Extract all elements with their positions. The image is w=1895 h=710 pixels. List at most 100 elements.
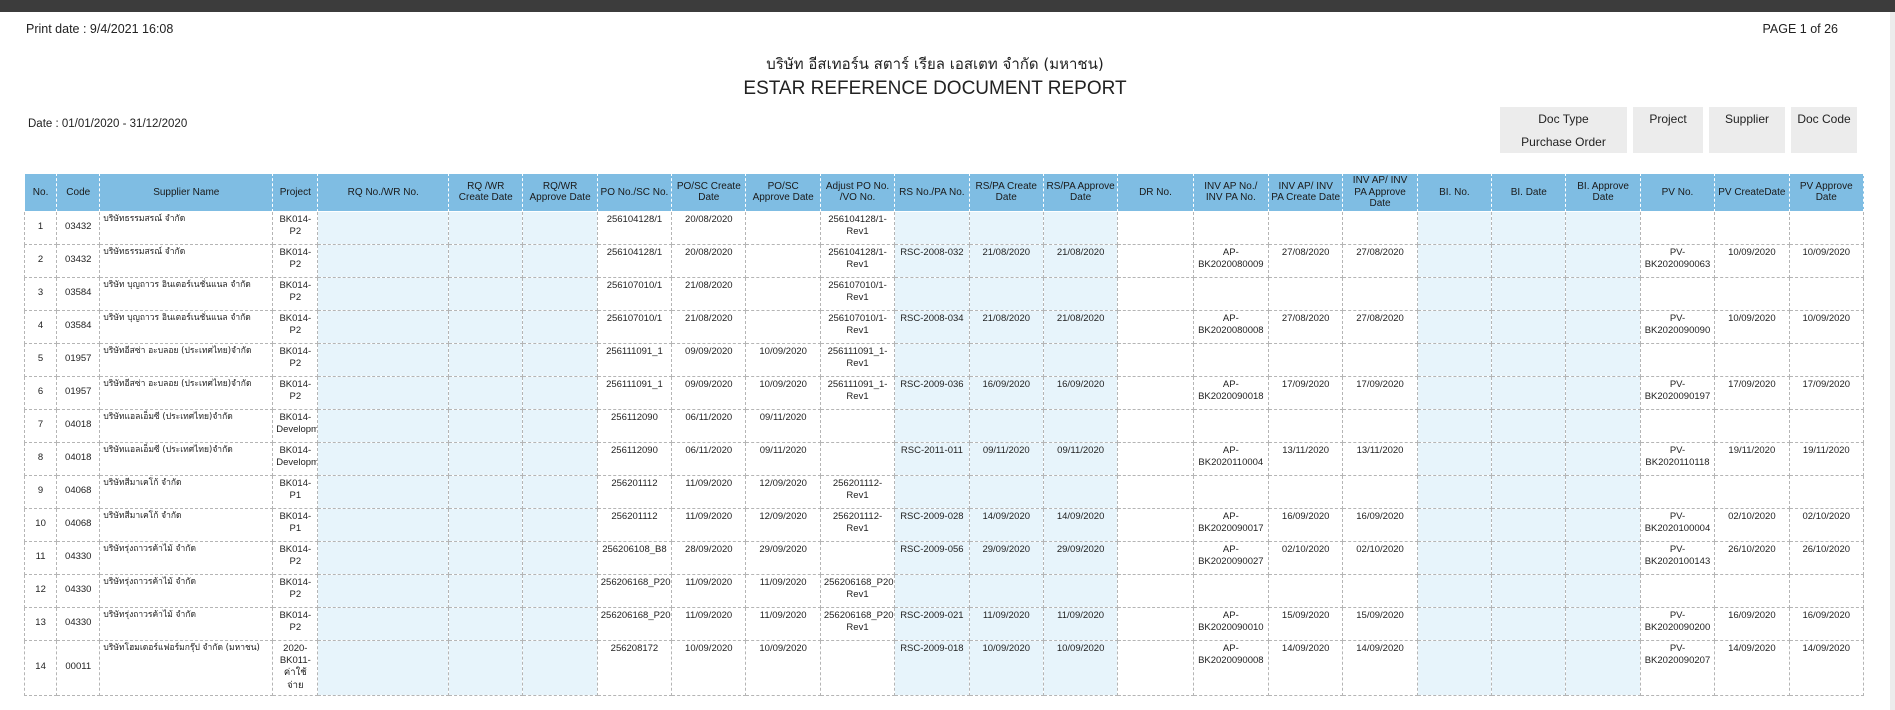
table-cell [1491,276,1567,311]
table-cell: 27/08/2020 [1267,309,1344,344]
table-cell: 14/09/2020 [1267,639,1344,696]
table-cell: 17/09/2020 [1714,375,1790,410]
column-header: No. [23,173,58,212]
table-cell [1639,342,1716,377]
table-row: 12 04330 บริษัทรุ่งถาวรค้าไม้ จำกัด BK014-P… [23,573,1865,608]
table-cell: RSC-2009-056 [894,540,970,575]
table-cell [1788,408,1865,443]
table-cell: 13 [23,606,58,641]
column-header: DR No. [1117,173,1194,212]
table-cell: 02/10/2020 [1342,540,1418,575]
table-cell [819,408,896,443]
table-row: 7 04018 บริษัทแอลเอ็มซี (ประเทศไทย)จำกัด BK… [23,408,1865,443]
table-cell [1491,507,1567,542]
column-header: RQ/WR Approve Date [522,173,598,212]
table-cell [1714,276,1790,311]
table-cell [317,243,450,278]
table-cell [1416,210,1493,245]
table-cell [1491,243,1567,278]
table-cell: 17/09/2020 [1267,375,1344,410]
table-cell [894,342,970,377]
table-cell: PV-BK2020100143 [1639,540,1716,575]
table-cell [1491,441,1567,476]
table-row: 4 03584 บริษัท บุญถาวร อินเตอร์เนชั่นแนล จ… [23,309,1865,344]
column-header: RS No./PA No. [894,173,970,212]
table-cell: 14/09/2020 [1788,639,1865,696]
column-header: RQ /WR Create Date [448,173,524,212]
table-cell [448,441,524,476]
table-cell [1565,474,1641,509]
table-cell: 10/09/2020 [1788,243,1865,278]
table-cell [1565,408,1641,443]
table-cell [1117,507,1194,542]
table-cell: 6 [23,375,58,410]
table-cell [317,540,450,575]
table-cell [1416,540,1493,575]
table-cell: 04330 [56,573,101,608]
table-cell: 256107010/1 [596,276,673,311]
table-cell [1565,375,1641,410]
table-cell: 11/09/2020 [968,606,1044,641]
table-cell: BK014-P2 [272,573,319,608]
table-cell [1117,375,1194,410]
table-cell [1117,441,1194,476]
table-cell: 21/08/2020 [968,309,1044,344]
table-cell [1192,474,1270,509]
table-cell: BK014-P1 [272,507,319,542]
table-cell [1565,540,1641,575]
table-cell [317,309,450,344]
table-cell: 256107010/1-Rev1 [819,309,896,344]
table-cell [968,573,1044,608]
table-cell: 19/11/2020 [1788,441,1865,476]
column-header: INV AP/ INV PA Approve Date [1342,173,1418,212]
table-cell: 09/11/2020 [968,441,1044,476]
table-cell: 10/09/2020 [1788,309,1865,344]
table-cell [1042,474,1119,509]
table-row: 2 03432 บริษัทธรรมสรณ์ จำกัด BK014-P2 256104… [23,243,1865,278]
company-name: บริษัท อีสเทอร์น สตาร์ เรียล เอสเตท จำกั… [766,55,1104,73]
table-cell [1342,276,1418,311]
table-cell: 13/11/2020 [1342,441,1418,476]
table-cell [1042,408,1119,443]
table-cell [1565,441,1641,476]
table-cell: 7 [23,408,58,443]
table-cell [968,276,1044,311]
table-cell: 5 [23,342,58,377]
table-cell: 04330 [56,540,101,575]
table-cell [894,474,970,509]
table-cell [1416,606,1493,641]
table-cell [819,639,896,696]
table-cell: 09/11/2020 [745,441,821,476]
table-cell: 04018 [56,408,101,443]
table-cell: 1 [23,210,58,245]
table-cell [1267,276,1344,311]
table-cell [522,540,598,575]
table-cell [1342,573,1418,608]
table-cell: 256201112 [596,474,673,509]
table-cell: 02/10/2020 [1267,540,1344,575]
table-cell: 256111091_1 [596,342,673,377]
table-cell: 06/11/2020 [671,408,747,443]
table-row: 14 00011 บริษัทโฮมเดอร์แฟอร์มกรุ๊ป จำกัด (… [23,639,1865,696]
table-cell: 10/09/2020 [1042,639,1119,696]
table-cell: บริษัทอีสซ่า อะบลอย (ประเทศไทย)จำกัด [99,342,274,377]
table-cell [1117,474,1194,509]
table-cell [448,540,524,575]
table-cell: 256206108_B8 [596,540,673,575]
table-cell [1788,276,1865,311]
table-cell [1788,342,1865,377]
table-cell: 27/08/2020 [1267,243,1344,278]
table-cell: บริษัทรุ่งถาวรค้าไม้ จำกัด [99,573,274,608]
table-cell: 09/09/2020 [671,375,747,410]
table-cell: 14/09/2020 [968,507,1044,542]
table-cell: 14/09/2020 [1714,639,1790,696]
table-cell [1117,540,1194,575]
table-cell: RSC-2009-018 [894,639,970,696]
table-cell [1416,474,1493,509]
column-header: PO No./SC No. [596,173,673,212]
column-header: Project [272,173,319,212]
table-cell: 256201112-Rev1 [819,507,896,542]
table-cell [1192,276,1270,311]
table-cell [1416,243,1493,278]
table-cell: 256206168_P20-Rev1 [819,573,896,608]
